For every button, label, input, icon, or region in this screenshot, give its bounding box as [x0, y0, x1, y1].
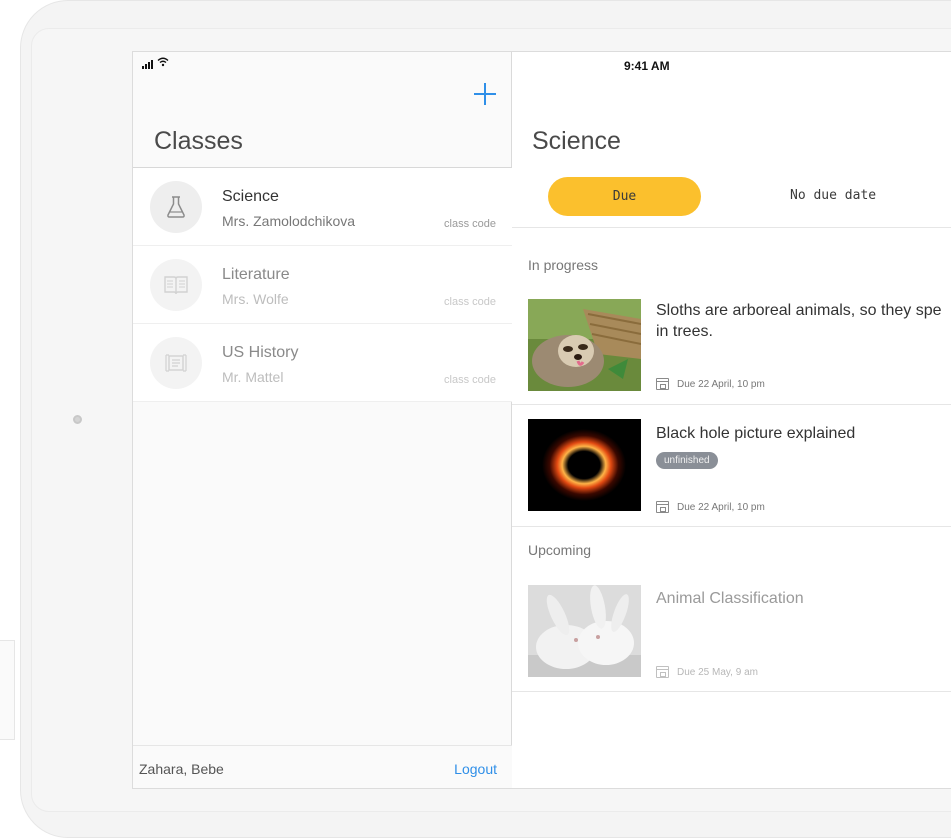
class-teacher: Mr. Mattel [222, 369, 284, 385]
assignment-row[interactable]: Animal Classification Due 25 May, 9 am [512, 570, 951, 692]
left-footer: Zahara, Bebe Logout [133, 745, 512, 788]
side-button [0, 640, 15, 740]
classes-title: Classes [154, 127, 243, 155]
assignment-title: Black hole picture explained [656, 425, 856, 442]
signal-icon [142, 59, 153, 69]
assignment-row[interactable]: Black hole picture explained unfinished … [512, 405, 951, 527]
assignment-title: Sloths are arboreal animals, so they spe [656, 302, 942, 319]
class-row-literature[interactable]: Literature Mrs. Wolfe class code [133, 246, 512, 324]
due-date-text: Due 25 May, 9 am [677, 666, 758, 678]
tab-due[interactable]: Due [548, 177, 701, 216]
add-class-button[interactable] [473, 82, 497, 106]
tab-no-due-date[interactable]: No due date [790, 188, 876, 203]
class-code-link[interactable]: class code [444, 218, 496, 230]
sloth-photo [528, 299, 641, 391]
screen: Classes Science Mrs. Zamolodchikova clas… [132, 51, 951, 789]
class-name: Literature [222, 266, 290, 283]
due-date-text: Due 22 April, 10 pm [677, 501, 765, 513]
due-date: Due 22 April, 10 pm [656, 378, 765, 390]
classes-panel: Classes Science Mrs. Zamolodchikova clas… [133, 52, 512, 788]
class-teacher: Mrs. Zamolodchikova [222, 213, 356, 229]
rabbits-photo [528, 585, 641, 677]
class-title: Science [532, 127, 621, 155]
section-label-in-progress: In progress [528, 257, 599, 273]
class-code-link[interactable]: class code [444, 374, 496, 386]
calendar-icon [656, 666, 669, 678]
assignment-title: Animal Classification [656, 590, 804, 607]
book-icon [150, 259, 202, 311]
class-name: Science [222, 188, 279, 205]
divider [512, 227, 951, 228]
black-hole-photo [528, 419, 641, 511]
user-name: Zahara, Bebe [139, 761, 224, 777]
scroll-icon [150, 337, 202, 389]
calendar-icon [656, 378, 669, 390]
class-row-us-history[interactable]: US History Mr. Mattel class code [133, 324, 512, 402]
class-list: Science Mrs. Zamolodchikova class code L… [133, 168, 512, 402]
flask-icon [150, 181, 202, 233]
logout-button[interactable]: Logout [454, 761, 497, 777]
status-time: 9:41 AM [624, 59, 670, 73]
section-label-upcoming: Upcoming [528, 542, 592, 558]
class-row-science[interactable]: Science Mrs. Zamolodchikova class code [133, 168, 512, 246]
calendar-icon [656, 501, 669, 513]
wifi-icon [157, 57, 169, 70]
due-date-text: Due 22 April, 10 pm [677, 378, 765, 390]
due-date: Due 25 May, 9 am [656, 666, 758, 678]
class-name: US History [222, 344, 299, 361]
assignments-panel: 9:41 AM Science Due No due date In progr… [512, 52, 951, 788]
class-code-link[interactable]: class code [444, 296, 496, 308]
stage: Classes Science Mrs. Zamolodchikova clas… [0, 0, 951, 840]
class-teacher: Mrs. Wolfe [222, 291, 289, 307]
due-date: Due 22 April, 10 pm [656, 501, 765, 513]
assignment-title-line2: in trees. [656, 323, 713, 340]
camera-dot-icon [73, 415, 82, 424]
status-badge: unfinished [656, 452, 718, 469]
assignment-row[interactable]: Sloths are arboreal animals, so they spe… [512, 282, 951, 405]
